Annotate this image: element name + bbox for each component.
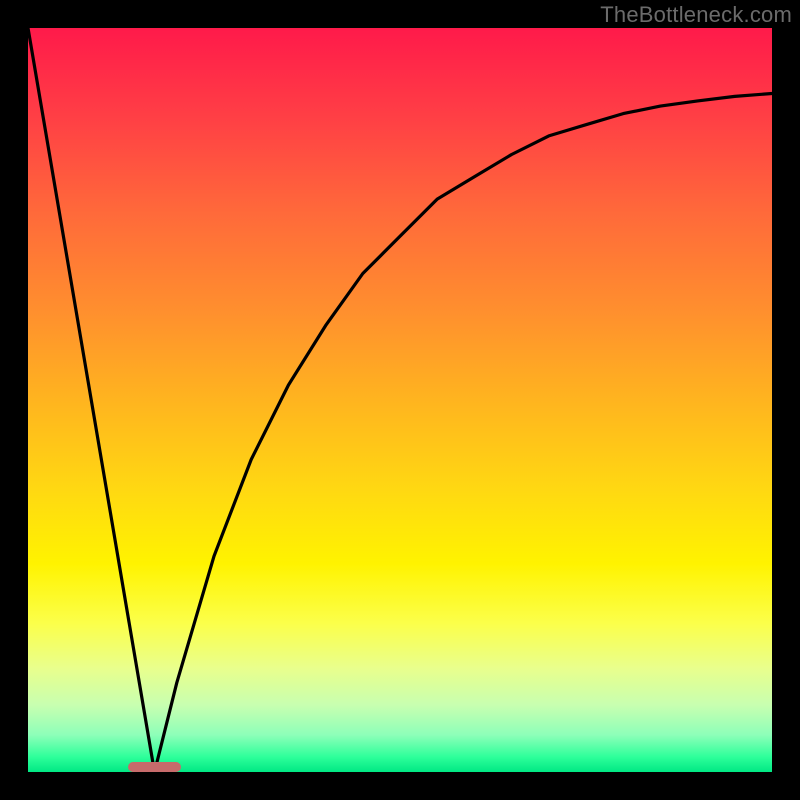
optimal-marker-pill	[128, 762, 180, 772]
bottleneck-curve	[28, 28, 772, 772]
watermark-text: TheBottleneck.com	[600, 2, 792, 28]
plot-area	[28, 28, 772, 772]
curve-path	[28, 28, 772, 772]
chart-stage: TheBottleneck.com	[0, 0, 800, 800]
